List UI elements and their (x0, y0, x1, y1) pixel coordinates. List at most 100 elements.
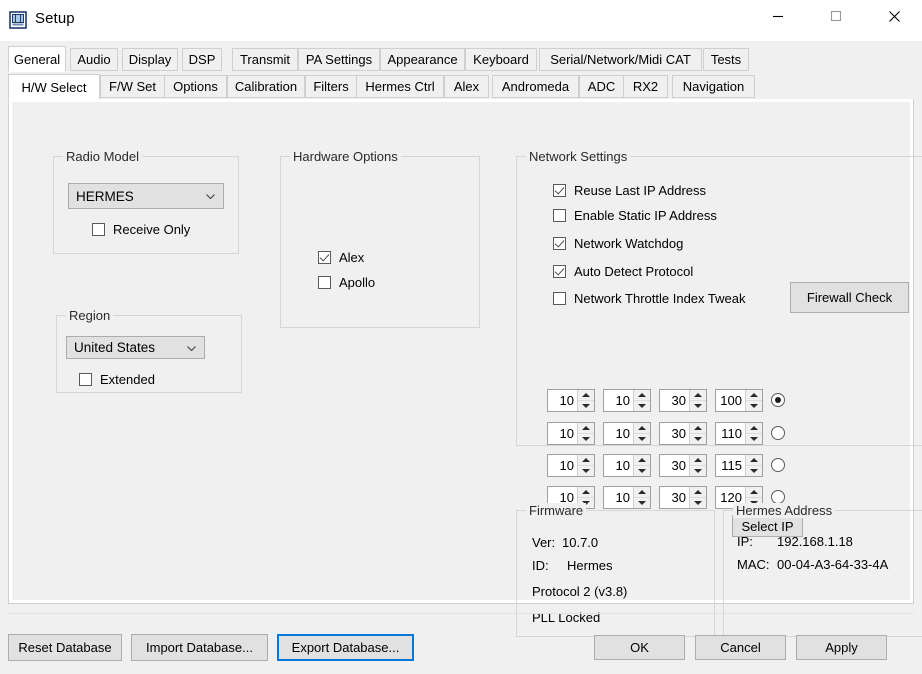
spinner-up-icon[interactable] (690, 487, 706, 498)
apply-button[interactable]: Apply (796, 635, 887, 660)
spinner-up-icon[interactable] (690, 423, 706, 434)
spinner-down-icon[interactable] (690, 401, 706, 411)
net-throttle-index-tweak-checkbox[interactable]: Network Throttle Index Tweak (553, 291, 746, 306)
spinner-up-icon[interactable] (578, 390, 594, 401)
spinner-down-icon[interactable] (746, 434, 762, 444)
subtab-navigation[interactable]: Navigation (672, 75, 755, 98)
minimize-icon[interactable] (755, 0, 801, 32)
tab-pa-settings[interactable]: PA Settings (298, 48, 380, 71)
cancel-button[interactable]: Cancel (695, 635, 786, 660)
tab-display[interactable]: Display (122, 48, 178, 71)
spinner-down-icon[interactable] (746, 401, 762, 411)
ip-octet-spinner-r3-c4[interactable]: 115 (715, 454, 763, 477)
spinner-arrows[interactable] (745, 390, 762, 411)
spinner-up-icon[interactable] (746, 423, 762, 434)
spinner-arrows[interactable] (633, 390, 650, 411)
spinner-down-icon[interactable] (746, 466, 762, 476)
ip-octet-spinner-r2-c1[interactable]: 10 (547, 422, 595, 445)
tab-appearance[interactable]: Appearance (380, 48, 465, 71)
spinner-down-icon[interactable] (578, 401, 594, 411)
net-reuse-last-ip-checkbox[interactable]: Reuse Last IP Address (553, 183, 706, 198)
spinner-down-icon[interactable] (634, 401, 650, 411)
ip-octet-spinner-r1-c4[interactable]: 100 (715, 389, 763, 412)
ip-octet-spinner-r4-c2[interactable]: 10 (603, 486, 651, 509)
subtab-calibration[interactable]: Calibration (227, 75, 305, 98)
export-database-button[interactable]: Export Database... (277, 634, 414, 661)
tab-audio[interactable]: Audio (70, 48, 118, 71)
subtab-alex[interactable]: Alex (444, 75, 489, 98)
net-enable-static-ip-checkbox[interactable]: Enable Static IP Address (553, 208, 717, 223)
spinner-down-icon[interactable] (690, 434, 706, 444)
extended-checkbox[interactable]: Extended (79, 372, 155, 387)
net-auto-detect-protocol-checkbox[interactable]: Auto Detect Protocol (553, 264, 693, 279)
ip-row-radio-4[interactable] (771, 490, 785, 504)
ip-octet-spinner-r3-c1[interactable]: 10 (547, 454, 595, 477)
subtab-f-w-set[interactable]: F/W Set (100, 75, 165, 98)
spinner-up-icon[interactable] (690, 455, 706, 466)
net-watchdog-checkbox[interactable]: Network Watchdog (553, 236, 683, 251)
subtab-filters[interactable]: Filters (305, 75, 357, 98)
subtab-rx2[interactable]: RX2 (623, 75, 668, 98)
ip-row-radio-3[interactable] (771, 458, 785, 472)
tab-tests[interactable]: Tests (703, 48, 749, 71)
spinner-up-icon[interactable] (578, 487, 594, 498)
spinner-up-icon[interactable] (578, 423, 594, 434)
spinner-down-icon[interactable] (578, 434, 594, 444)
ip-octet-spinner-r2-c4[interactable]: 110 (715, 422, 763, 445)
spinner-arrows[interactable] (745, 423, 762, 444)
spinner-arrows[interactable] (577, 390, 594, 411)
spinner-arrows[interactable] (689, 487, 706, 508)
spinner-arrows[interactable] (689, 423, 706, 444)
ip-row-radio-2[interactable] (771, 426, 785, 440)
spinner-down-icon[interactable] (634, 466, 650, 476)
spinner-arrows[interactable] (577, 455, 594, 476)
tab-keyboard[interactable]: Keyboard (465, 48, 537, 71)
spinner-down-icon[interactable] (634, 434, 650, 444)
spinner-up-icon[interactable] (634, 487, 650, 498)
region-combo[interactable]: United States (66, 336, 205, 359)
ok-button[interactable]: OK (594, 635, 685, 660)
ip-octet-spinner-r3-c2[interactable]: 10 (603, 454, 651, 477)
ip-octet-spinner-r2-c3[interactable]: 30 (659, 422, 707, 445)
subtab-options[interactable]: Options (164, 75, 227, 98)
spinner-up-icon[interactable] (690, 390, 706, 401)
ip-octet-spinner-r1-c2[interactable]: 10 (603, 389, 651, 412)
spinner-up-icon[interactable] (634, 390, 650, 401)
spinner-arrows[interactable] (633, 487, 650, 508)
spinner-up-icon[interactable] (634, 423, 650, 434)
spinner-up-icon[interactable] (578, 455, 594, 466)
spinner-arrows[interactable] (689, 455, 706, 476)
reset-database-button[interactable]: Reset Database (8, 634, 122, 661)
spinner-up-icon[interactable] (634, 455, 650, 466)
spinner-up-icon[interactable] (746, 487, 762, 498)
receive-only-checkbox[interactable]: Receive Only (92, 222, 190, 237)
hw-option-alex-checkbox[interactable]: Alex (318, 250, 364, 265)
ip-row-radio-1[interactable] (771, 393, 785, 407)
spinner-arrows[interactable] (745, 455, 762, 476)
tab-transmit[interactable]: Transmit (232, 48, 298, 71)
subtab-hermes-ctrl[interactable]: Hermes Ctrl (356, 75, 444, 98)
subtab-h-w-select[interactable]: H/W Select (8, 74, 100, 100)
close-icon[interactable] (871, 0, 917, 32)
subtab-andromeda[interactable]: Andromeda (492, 75, 579, 98)
spinner-up-icon[interactable] (746, 455, 762, 466)
maximize-icon[interactable] (813, 0, 859, 32)
subtab-adc[interactable]: ADC (579, 75, 624, 98)
spinner-down-icon[interactable] (578, 466, 594, 476)
spinner-arrows[interactable] (633, 423, 650, 444)
tab-serial-network-midi-cat[interactable]: Serial/Network/Midi CAT (539, 48, 702, 71)
spinner-down-icon[interactable] (690, 498, 706, 508)
radio-model-combo[interactable]: HERMES (68, 183, 224, 209)
hw-option-apollo-checkbox[interactable]: Apollo (318, 275, 375, 290)
tab-dsp[interactable]: DSP (182, 48, 222, 71)
ip-octet-spinner-r3-c3[interactable]: 30 (659, 454, 707, 477)
tab-general[interactable]: General (8, 46, 66, 72)
spinner-arrows[interactable] (577, 423, 594, 444)
spinner-down-icon[interactable] (690, 466, 706, 476)
spinner-down-icon[interactable] (634, 498, 650, 508)
import-database-button[interactable]: Import Database... (131, 634, 268, 661)
ip-octet-spinner-r2-c2[interactable]: 10 (603, 422, 651, 445)
ip-octet-spinner-r1-c1[interactable]: 10 (547, 389, 595, 412)
spinner-arrows[interactable] (689, 390, 706, 411)
ip-octet-spinner-r1-c3[interactable]: 30 (659, 389, 707, 412)
